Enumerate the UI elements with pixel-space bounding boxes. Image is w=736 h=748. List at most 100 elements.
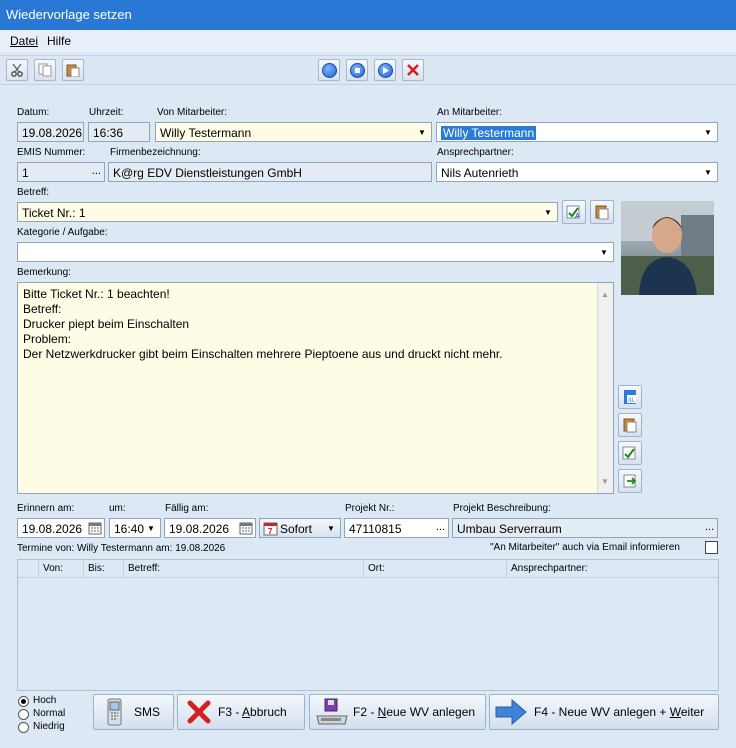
datum-field[interactable]: 19.08.2026	[17, 122, 84, 142]
projekt-nr-field[interactable]: 47110815...	[344, 518, 449, 538]
um-time-select[interactable]: 16:40 ▼	[109, 518, 161, 538]
projekt-beschreibung-label: Projekt Beschreibung:	[453, 503, 551, 514]
copy-button[interactable]	[34, 59, 56, 81]
excel-icon: XL	[624, 390, 636, 404]
bemerkung-template-button[interactable]	[618, 413, 642, 437]
neue-wv-prefix: F2 -	[353, 705, 378, 719]
firma-value: K@rg EDV Dienstleistungen GmbH	[113, 166, 302, 180]
priority-hoch-label: Hoch	[33, 695, 57, 706]
menu-hilfe[interactable]: Hilfe	[47, 34, 71, 48]
priority-normal-radio[interactable]	[18, 709, 29, 720]
faellig-date-field[interactable]: 19.08.2026	[164, 518, 256, 538]
emis-lookup-button[interactable]: ...	[92, 165, 101, 177]
priority-hoch-radio[interactable]	[18, 696, 29, 707]
insert-arrow-icon	[623, 474, 637, 488]
delete-button[interactable]	[402, 59, 424, 81]
chevron-down-icon: ▼	[704, 127, 712, 137]
uhrzeit-label: Uhrzeit:	[89, 107, 124, 118]
erinnern-date-field[interactable]: 19.08.2026	[17, 518, 105, 538]
sms-button[interactable]: SMS	[93, 694, 174, 730]
bemerkung-line: Der Netzwerkdrucker gibt beim Einschalte…	[23, 347, 503, 361]
betreff-spellcheck-button[interactable]: A	[562, 200, 586, 224]
betreff-select[interactable]: Ticket Nr.: 1 ▼	[17, 202, 558, 222]
bemerkung-textarea[interactable]: Bitte Ticket Nr.: 1 beachten! Betreff: D…	[17, 282, 614, 494]
spellcheck-icon	[622, 446, 636, 460]
email-info-label: "An Mitarbeiter" auch via Email informie…	[490, 542, 680, 553]
grid-header: Von: Bis: Betreff: Ort: Ansprechpartner:	[18, 560, 718, 578]
um-label: um:	[109, 503, 126, 514]
scroll-down-icon[interactable]: ▼	[601, 474, 609, 489]
first-record-icon	[321, 62, 337, 78]
window-title: Wiedervorlage setzen	[6, 7, 132, 22]
betreff-template-button[interactable]	[590, 200, 614, 224]
ansprech-value: Nils Autenrieth	[441, 166, 519, 180]
toolbar	[0, 55, 736, 85]
menu-datei[interactable]: Datei	[10, 34, 38, 48]
play-button[interactable]	[374, 59, 396, 81]
projekt-beschreibung-field: Umbau Serverraum...	[452, 518, 718, 538]
record-first-button[interactable]	[318, 59, 340, 81]
sofort-value: Sofort	[280, 522, 313, 536]
svg-text:7: 7	[268, 527, 273, 536]
sofort-select[interactable]: 7 Sofort ▼	[259, 518, 341, 538]
arrow-right-icon	[495, 698, 527, 726]
datum-value: 19.08.2026	[22, 126, 83, 140]
insert-button[interactable]	[618, 469, 642, 493]
uhrzeit-field[interactable]: 16:36	[88, 122, 150, 142]
firma-label: Firmenbezeichnung:	[110, 147, 201, 158]
col-ort[interactable]: Ort:	[368, 563, 385, 574]
termine-grid: Von: Bis: Betreff: Ort: Ansprechpartner:	[17, 559, 719, 691]
col-ansprechpartner[interactable]: Ansprechpartner:	[511, 563, 588, 574]
col-betreff[interactable]: Betreff:	[128, 563, 160, 574]
bemerkung-line: Problem:	[23, 332, 72, 346]
abbruch-button[interactable]: F3 - Abbruch	[177, 694, 305, 730]
scroll-up-icon[interactable]: ▲	[601, 287, 609, 302]
abbruch-rest: bbruch	[250, 705, 287, 719]
bemerkung-line: Betreff:	[23, 302, 62, 316]
chevron-down-icon: ▼	[418, 127, 426, 137]
bemerkung-line: Drucker piept beim Einschalten	[23, 317, 190, 331]
emis-field[interactable]: 1...	[17, 162, 105, 182]
projekt-beschreibung-value: Umbau Serverraum	[457, 522, 562, 536]
neue-wv-button[interactable]: F2 - Neue WV anlegen	[309, 694, 486, 730]
von-mitarbeiter-select[interactable]: Willy Testermann ▼	[155, 122, 432, 142]
col-von[interactable]: Von:	[43, 563, 63, 574]
projekt-nr-value: 47110815	[349, 522, 402, 536]
abbruch-accel: A	[242, 705, 251, 719]
email-info-checkbox[interactable]	[705, 541, 718, 554]
bemerkung-scrollbar[interactable]: ▲ ▼	[597, 283, 613, 493]
neue-wv-label: F2 - Neue WV anlegen	[353, 705, 475, 719]
col-bis[interactable]: Bis:	[88, 563, 105, 574]
clipboard-icon	[623, 418, 637, 433]
cut-button[interactable]	[6, 59, 28, 81]
red-x-icon	[407, 64, 419, 76]
priority-normal-label: Normal	[33, 708, 66, 719]
sms-label: SMS	[134, 705, 161, 719]
svg-text:XL: XL	[628, 398, 636, 404]
calendar-icon[interactable]	[239, 521, 253, 535]
neue-wv-weiter-label: F4 - Neue WV anlegen + Weiter	[534, 705, 704, 719]
an-mitarbeiter-select[interactable]: Willy Testermann ▼	[436, 122, 718, 142]
projekt-nr-label: Projekt Nr.:	[345, 503, 395, 514]
betreff-value: Ticket Nr.: 1	[22, 206, 86, 220]
chevron-down-icon: ▼	[147, 523, 155, 533]
priority-niedrig-radio[interactable]	[18, 722, 29, 733]
paste-button[interactable]	[62, 59, 84, 81]
neue-wv-rest: eue WV anlegen	[386, 705, 476, 719]
neue-wv-weiter-button[interactable]: F4 - Neue WV anlegen + Weiter	[489, 694, 719, 730]
save-disk-icon	[316, 698, 348, 725]
abbruch-prefix: F3 -	[218, 705, 243, 719]
uhrzeit-value: 16:36	[93, 126, 124, 140]
termine-label: Termine von: Willy Testermann am: 19.08.…	[17, 543, 226, 554]
betreff-label: Betreff:	[17, 187, 50, 198]
bemerkung-spellcheck-button[interactable]	[618, 441, 642, 465]
calendar-icon[interactable]	[88, 521, 102, 535]
window-title-bar: Wiedervorlage setzen	[0, 0, 736, 30]
kategorie-select[interactable]: ▼	[17, 242, 614, 262]
excel-export-button[interactable]: XL	[618, 385, 642, 409]
ansprechpartner-select[interactable]: Nils Autenrieth ▼	[436, 162, 718, 182]
paste-icon	[66, 64, 80, 77]
projekt-beschreibung-button[interactable]: ...	[705, 521, 714, 533]
stop-button[interactable]	[346, 59, 368, 81]
projekt-lookup-button[interactable]: ...	[436, 521, 445, 533]
